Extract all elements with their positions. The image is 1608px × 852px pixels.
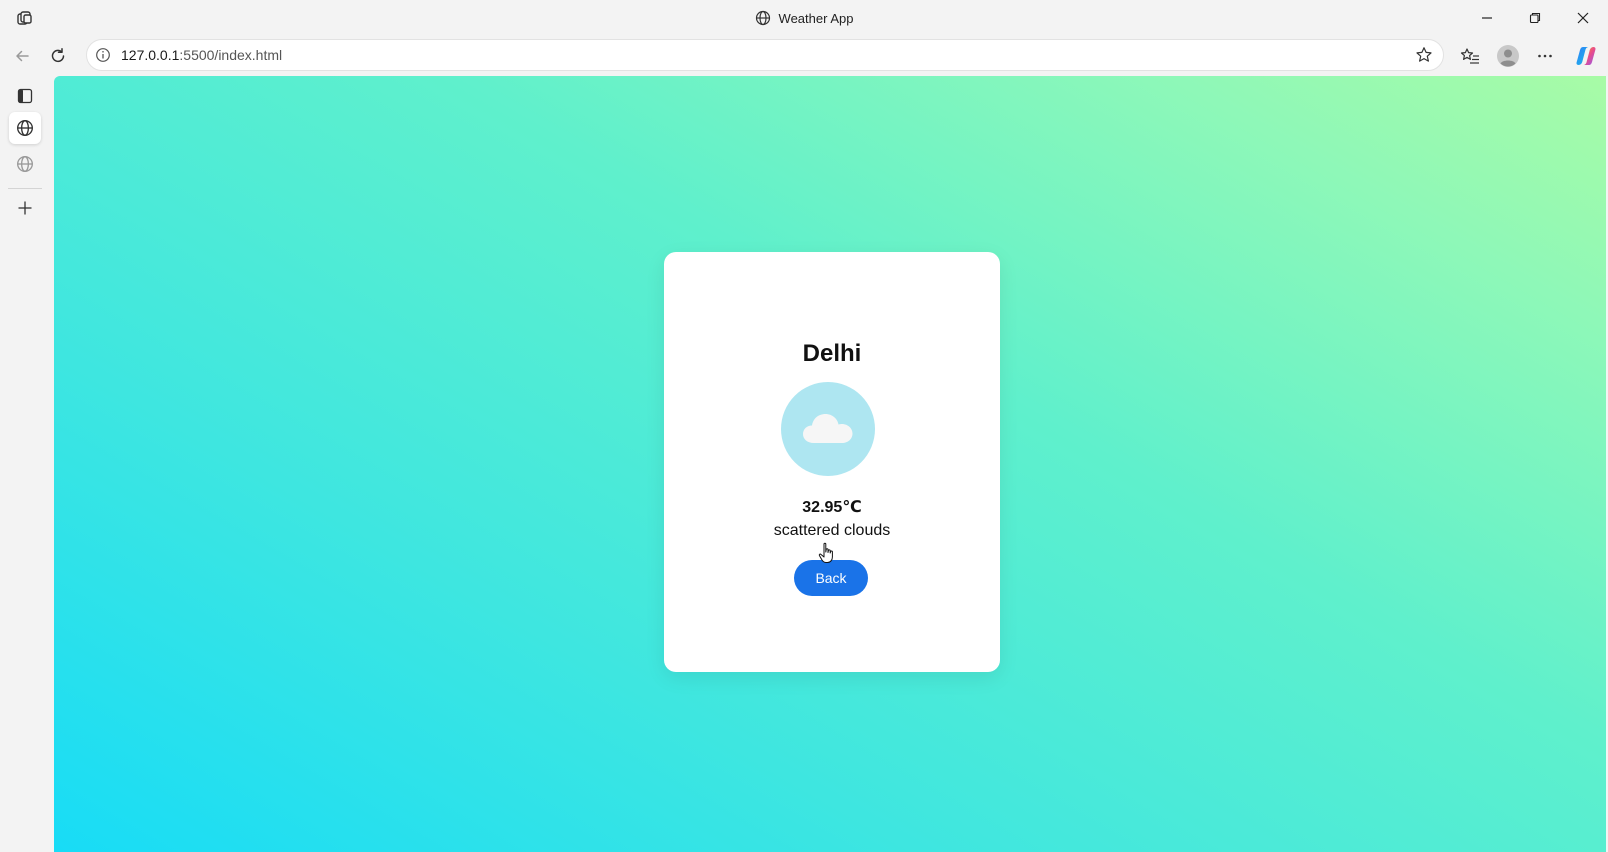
url-text[interactable]: 127.0.0.1:5500/index.html [121, 47, 1415, 63]
url-host: 127.0.0.1 [121, 47, 180, 63]
url-path: :5500/index.html [179, 47, 283, 63]
vertical-tabs-rail [0, 76, 52, 852]
favorites-icon[interactable] [1454, 40, 1486, 72]
globe-icon [17, 120, 33, 136]
temperature: 32.95℃ [802, 499, 862, 516]
profile-icon[interactable] [1492, 40, 1524, 72]
minimize-icon[interactable] [1464, 0, 1510, 36]
address-bar[interactable]: 127.0.0.1:5500/index.html [86, 39, 1444, 71]
window-title: Weather App [0, 0, 1608, 36]
weather-card: Delhi 32.95℃ scattered clouds Back [664, 252, 1000, 672]
weather-icon-container [781, 382, 875, 476]
restore-icon[interactable] [1512, 0, 1558, 36]
window-title-text: Weather App [778, 10, 854, 26]
star-icon[interactable] [1415, 46, 1433, 64]
info-icon[interactable] [95, 47, 111, 63]
back-arrow-icon[interactable] [6, 40, 38, 72]
rail-divider [8, 188, 42, 189]
refresh-icon[interactable] [42, 40, 74, 72]
weather-description: scattered clouds [773, 522, 891, 539]
sidebar-toggle-icon[interactable] [9, 80, 41, 112]
globe-icon [17, 156, 33, 172]
tab-weather-app[interactable] [9, 112, 41, 144]
more-icon[interactable] [1529, 40, 1561, 72]
tab-inactive[interactable] [9, 148, 41, 180]
page-viewport: Delhi 32.95℃ scattered clouds Back [54, 76, 1606, 852]
title-bar: Weather App [0, 0, 1608, 36]
city-name: Delhi [802, 340, 862, 367]
workspaces-icon[interactable] [2, 0, 48, 36]
hand-pointer-icon [818, 542, 836, 569]
globe-icon [755, 10, 771, 26]
cloud-icon [803, 414, 853, 443]
close-icon[interactable] [1560, 0, 1606, 36]
copilot-icon[interactable] [1570, 40, 1602, 72]
plus-icon[interactable] [9, 192, 41, 224]
browser-toolbar: 127.0.0.1:5500/index.html [0, 36, 1608, 76]
